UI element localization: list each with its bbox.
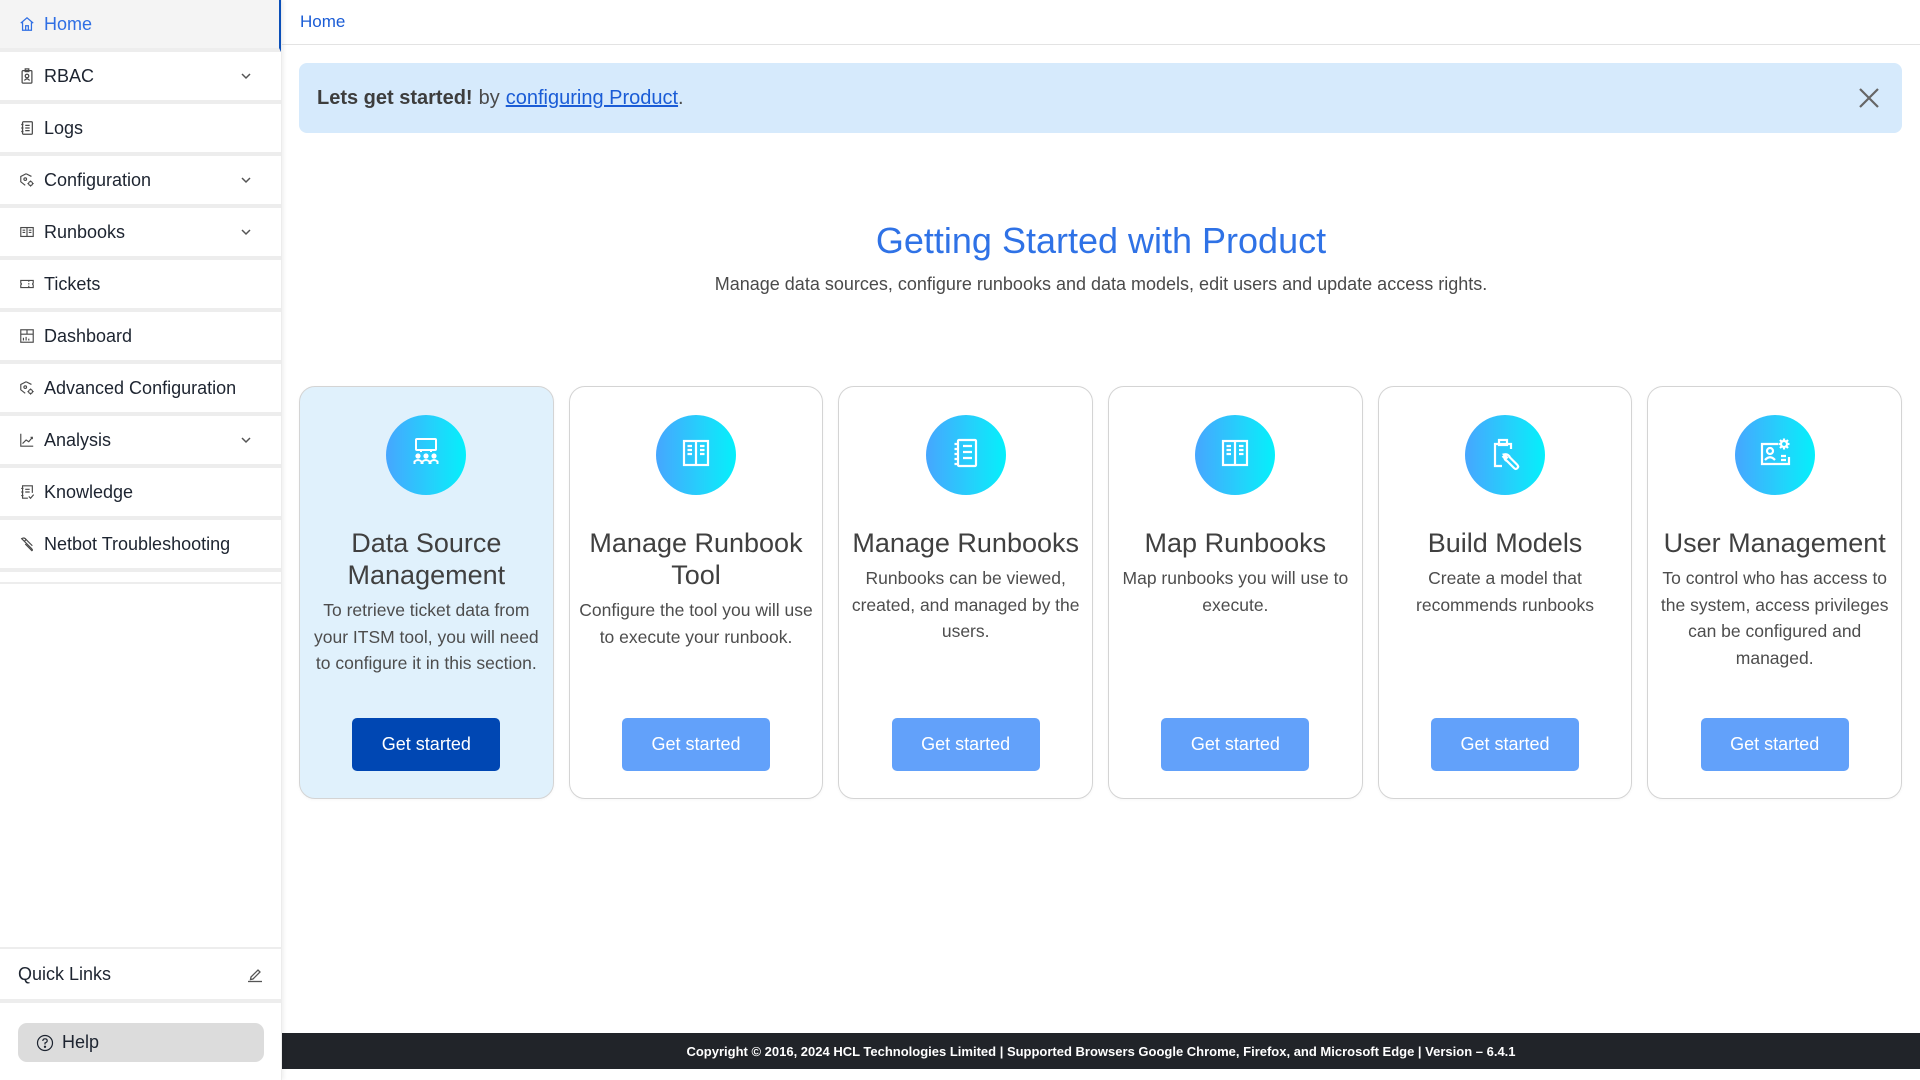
sidebar-item-home[interactable]: Home bbox=[0, 0, 281, 52]
help-circle-icon bbox=[36, 1034, 54, 1052]
id-badge-icon bbox=[18, 67, 36, 85]
book-open-icon bbox=[678, 435, 714, 476]
get-started-button[interactable]: Get started bbox=[1161, 718, 1310, 771]
card-description: Runbooks can be viewed, created, and man… bbox=[851, 568, 1080, 641]
config-gear-icon bbox=[18, 379, 36, 397]
card-description: To control who has access to the system,… bbox=[1660, 568, 1889, 668]
get-started-button[interactable]: Get started bbox=[1431, 718, 1580, 771]
sidebar-item-label: Dashboard bbox=[44, 325, 133, 346]
feature-cards: Data Source Management To retrieve ticke… bbox=[299, 386, 1903, 799]
help-button[interactable]: Help bbox=[18, 1023, 264, 1062]
sidebar-nav: Home RBAC Logs Configuration Runbooks Ti… bbox=[0, 0, 281, 572]
close-icon[interactable] bbox=[1856, 85, 1882, 111]
page-title: Getting Started with Product bbox=[875, 220, 1327, 261]
banner-text: by bbox=[478, 86, 500, 109]
knowledge-icon bbox=[18, 483, 36, 501]
get-started-button[interactable]: Get started bbox=[891, 718, 1040, 771]
sidebar-item-label: RBAC bbox=[44, 65, 95, 86]
banner-suffix: . bbox=[678, 86, 684, 109]
footer: Copyright © 2016, 2024 HCL Technologies … bbox=[282, 1033, 1920, 1069]
card-description: Map runbooks you will use to execute. bbox=[1122, 568, 1349, 615]
chevron-down-icon[interactable] bbox=[239, 69, 253, 83]
card-icon-circle bbox=[656, 415, 736, 495]
card-title: Manage Runbook Tool bbox=[589, 528, 803, 590]
sidebar-item-tickets[interactable]: Tickets bbox=[0, 260, 281, 312]
sidebar-item-label: Knowledge bbox=[44, 481, 134, 502]
card-title: Build Models bbox=[1427, 528, 1583, 558]
sidebar-item-logs[interactable]: Logs bbox=[0, 104, 281, 156]
banner-strong-text: Lets get started! bbox=[317, 86, 473, 109]
chevron-down-icon[interactable] bbox=[239, 433, 253, 447]
card-title: User Management bbox=[1663, 528, 1886, 558]
sidebar-item-label: Logs bbox=[44, 117, 84, 138]
header: Home bbox=[282, 0, 1920, 45]
user-settings-icon bbox=[1757, 435, 1793, 476]
sidebar-divider bbox=[0, 572, 281, 584]
notebook-icon bbox=[18, 119, 36, 137]
card-description: Create a model that recommends runbooks bbox=[1416, 568, 1595, 615]
chart-line-icon bbox=[18, 431, 36, 449]
get-started-button[interactable]: Get started bbox=[352, 718, 501, 771]
card-map-runbooks: Map Runbooks Map runbooks you will use t… bbox=[1108, 386, 1363, 799]
notebook-icon bbox=[948, 435, 984, 476]
book-open-icon bbox=[1217, 435, 1253, 476]
card-title: Data Source Management bbox=[347, 528, 506, 590]
sidebar-item-analysis[interactable]: Analysis bbox=[0, 416, 281, 468]
card-description: Configure the tool you will use to execu… bbox=[579, 600, 813, 647]
app-root: Home RBAC Logs Configuration Runbooks Ti… bbox=[0, 0, 1920, 1080]
card-title: Map Runbooks bbox=[1144, 528, 1327, 558]
card-data-source-management: Data Source Management To retrieve ticke… bbox=[299, 386, 554, 799]
sidebar-item-label: Advanced Configuration bbox=[44, 377, 237, 398]
sidebar-item-label: Netbot Troubleshooting bbox=[44, 533, 231, 554]
sidebar-item-label: Configuration bbox=[44, 169, 152, 190]
card-icon-circle bbox=[1465, 415, 1546, 495]
breadcrumb-home[interactable]: Home bbox=[300, 12, 345, 32]
card-icon-circle bbox=[386, 415, 467, 495]
help-label: Help bbox=[62, 1032, 100, 1052]
chevron-down-icon[interactable] bbox=[239, 173, 253, 187]
sidebar-item-label: Analysis bbox=[44, 429, 112, 450]
sidebar-item-dashboard[interactable]: Dashboard bbox=[0, 312, 281, 364]
sidebar: Home RBAC Logs Configuration Runbooks Ti… bbox=[0, 0, 282, 1080]
sidebar-item-runbooks[interactable]: Runbooks bbox=[0, 208, 281, 260]
sidebar-item-label: Tickets bbox=[44, 273, 101, 294]
sidebar-item-netbot-troubleshooting[interactable]: Netbot Troubleshooting bbox=[0, 520, 281, 572]
card-icon-circle bbox=[925, 415, 1006, 495]
card-manage-runbook-tool: Manage Runbook Tool Configure the tool y… bbox=[568, 386, 824, 799]
sidebar-item-label: Runbooks bbox=[44, 221, 126, 242]
get-started-button[interactable]: Get started bbox=[622, 718, 770, 771]
clipboard-wrench-icon bbox=[1487, 435, 1523, 476]
chevron-down-icon[interactable] bbox=[239, 225, 253, 239]
data-source-icon bbox=[408, 435, 444, 476]
sidebar-item-knowledge[interactable]: Knowledge bbox=[0, 468, 281, 520]
page-subtitle: Manage data sources, configure runbooks … bbox=[714, 274, 1488, 294]
sidebar-item-rbac[interactable]: RBAC bbox=[0, 52, 281, 104]
sidebar-item-configuration[interactable]: Configuration bbox=[0, 156, 281, 208]
sidebar-item-label: Home bbox=[44, 13, 93, 34]
wrench-icon bbox=[18, 535, 36, 553]
get-started-button[interactable]: Get started bbox=[1700, 718, 1849, 771]
dashboard-icon bbox=[18, 327, 36, 345]
card-icon-circle bbox=[1734, 415, 1815, 495]
ticket-icon bbox=[18, 275, 36, 293]
quick-links[interactable]: Quick Links bbox=[0, 947, 282, 1003]
card-user-management: User Management To control who has acces… bbox=[1647, 386, 1903, 799]
footer-copyright: Copyright © 2016, 2024 HCL Technologies … bbox=[686, 1043, 1516, 1059]
card-title: Manage Runbooks bbox=[852, 528, 1079, 558]
card-icon-circle bbox=[1195, 415, 1276, 495]
card-description: To retrieve ticket data from your ITSM t… bbox=[313, 600, 539, 673]
sidebar-item-advanced-configuration[interactable]: Advanced Configuration bbox=[0, 364, 281, 416]
book-open-icon bbox=[18, 223, 36, 241]
card-build-models: Build Models Create a model that recomme… bbox=[1377, 386, 1633, 799]
home-icon bbox=[18, 15, 36, 33]
config-gear-icon bbox=[18, 171, 36, 189]
card-manage-runbooks: Manage Runbooks Runbooks can be viewed, … bbox=[838, 386, 1094, 799]
configuring-product-link[interactable]: configuring Product bbox=[506, 87, 678, 110]
getting-started-banner: Lets get started! by configuring Product… bbox=[299, 63, 1902, 133]
quick-links-label: Quick Links bbox=[18, 963, 112, 984]
edit-pencil-icon[interactable] bbox=[246, 965, 264, 983]
